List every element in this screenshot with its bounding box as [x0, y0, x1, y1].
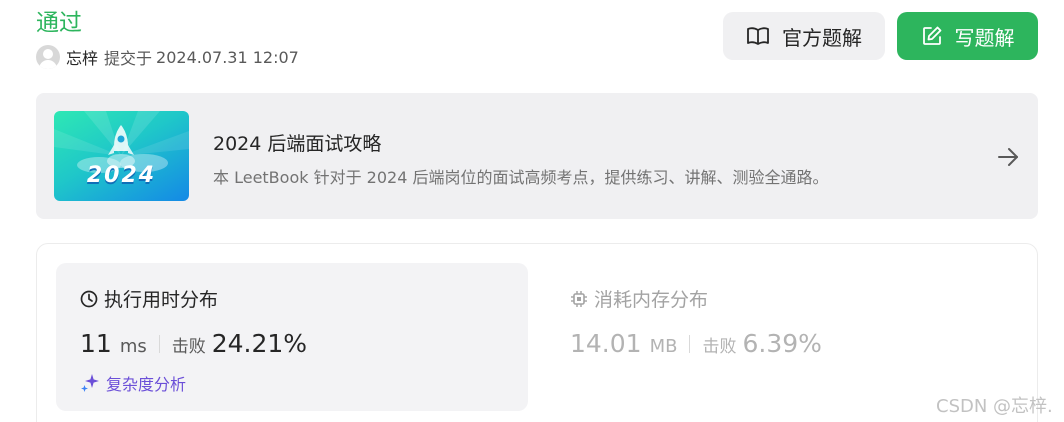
runtime-values: 11 ms 击败 24.21%	[80, 329, 307, 358]
divider	[689, 334, 691, 353]
write-solution-button[interactable]: 写题解	[897, 12, 1038, 60]
leetbook-cover-year: 2024	[86, 163, 157, 188]
author-name[interactable]: 忘梓	[66, 45, 98, 69]
arrow-right-icon[interactable]	[996, 145, 1020, 169]
clock-icon	[80, 290, 98, 307]
submitted-label: 提交于	[104, 49, 153, 68]
memory-distribution-panel[interactable]: 消耗内存分布 14.01 MB 击败 6.39%	[554, 263, 1014, 411]
leetbook-description: 本 LeetBook 针对于 2024 后端岗位的面试高频考点，提供练习、讲解、…	[213, 168, 829, 187]
chip-icon	[571, 290, 587, 307]
memory-title: 消耗内存分布	[594, 289, 709, 311]
submission-result-page: 通过 忘梓 提交于 2024.07.31 12:07 官方题解 写题解 2024…	[0, 0, 1064, 422]
performance-stats-card: 执行用时分布 11 ms 击败 24.21% 复杂度分析 消耗内存分布 14.0…	[36, 243, 1038, 422]
book-icon	[747, 27, 769, 45]
avatar[interactable]	[36, 45, 60, 69]
runtime-beat-label: 击败	[171, 337, 206, 357]
leetbook-cover: 2024	[54, 111, 189, 201]
edit-icon	[922, 26, 941, 45]
memory-unit: MB	[649, 336, 678, 357]
sparkle-icon	[81, 374, 99, 392]
runtime-distribution-panel[interactable]: 执行用时分布 11 ms 击败 24.21% 复杂度分析	[56, 263, 528, 411]
memory-header: 消耗内存分布	[570, 285, 708, 312]
complexity-analysis-link[interactable]: 复杂度分析	[80, 371, 186, 395]
memory-beat-percent: 6.39%	[742, 329, 822, 358]
submission-meta: 忘梓 提交于 2024.07.31 12:07	[36, 44, 299, 70]
runtime-beat-percent: 24.21%	[211, 329, 308, 358]
runtime-header: 执行用时分布	[80, 285, 218, 312]
runtime-value: 11	[80, 329, 112, 358]
memory-value: 14.01	[570, 329, 642, 358]
submitted-time: 2024.07.31 12:07	[156, 47, 299, 67]
leetbook-banner[interactable]: 2024 2024 后端面试攻略 本 LeetBook 针对于 2024 后端岗…	[36, 93, 1038, 219]
leetbook-title[interactable]: 2024 后端面试攻略	[213, 129, 381, 156]
runtime-unit: ms	[119, 336, 147, 357]
watermark: CSDN @忘梓.	[936, 396, 1053, 417]
memory-beat-label: 击败	[702, 337, 737, 357]
memory-values: 14.01 MB 击败 6.39%	[570, 329, 822, 358]
divider	[158, 334, 160, 353]
official-solution-label: 官方题解	[782, 25, 862, 50]
write-solution-label: 写题解	[954, 25, 1015, 50]
complexity-analysis-label: 复杂度分析	[106, 375, 187, 394]
runtime-title: 执行用时分布	[104, 289, 219, 311]
official-solution-button[interactable]: 官方题解	[723, 12, 885, 60]
submission-status: 通过	[36, 10, 82, 36]
